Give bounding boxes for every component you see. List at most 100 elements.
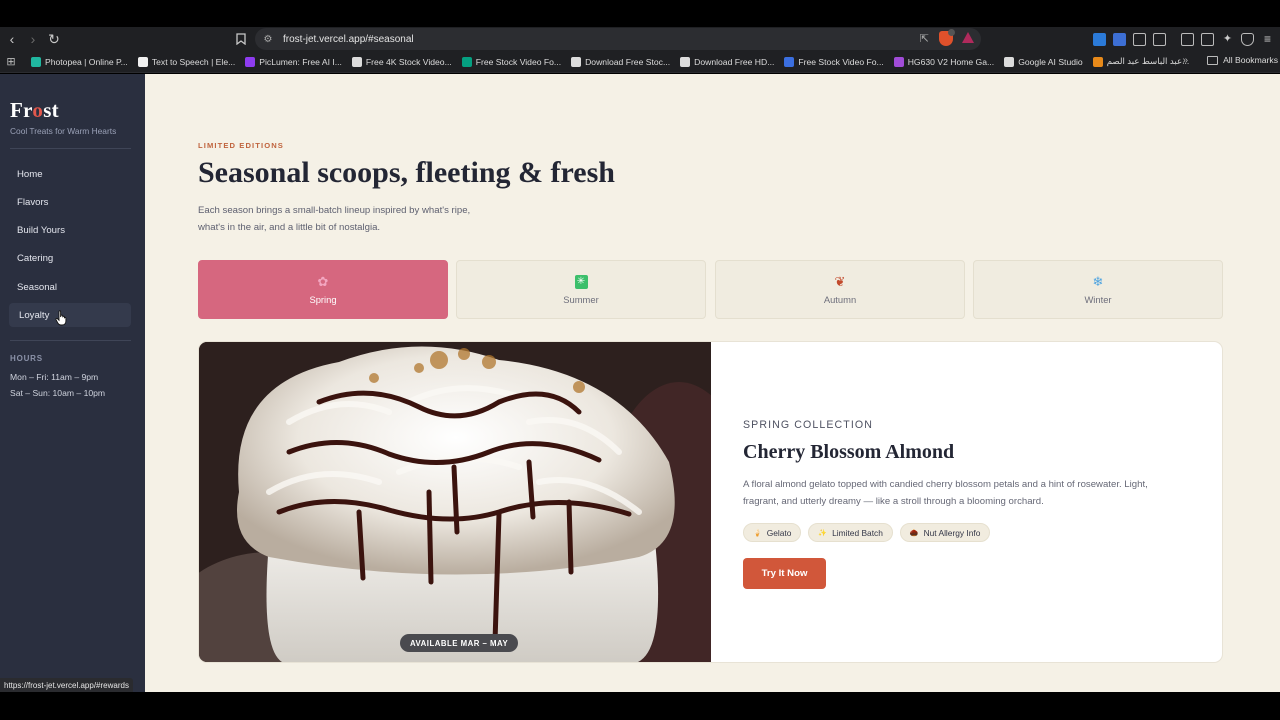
nav-label: Loyalty <box>19 309 50 321</box>
try-it-now-button[interactable]: Try It Now <box>743 558 826 589</box>
shields-badge <box>948 29 955 36</box>
favicon-icon <box>1004 56 1015 67</box>
favicon-icon <box>571 56 582 67</box>
hours-heading: HOURS <box>10 354 43 363</box>
bookmark-icon[interactable] <box>231 29 251 49</box>
tab-summer[interactable]: ✳ Summer <box>456 260 706 319</box>
letterbox-bottom <box>0 692 1280 720</box>
extension-icon[interactable] <box>1093 32 1106 46</box>
nav-label: Flavors <box>17 196 49 208</box>
whipped-cream-illustration <box>199 342 711 662</box>
favicon-icon <box>245 56 256 67</box>
hours-weekday: Mon – Fri: 11am – 9pm <box>10 372 99 382</box>
bookmark-item[interactable]: Download Free Stoc... <box>571 56 671 67</box>
bookmark-item[interactable]: Free 4K Stock Video... <box>351 56 452 67</box>
brave-rewards-icon[interactable] <box>962 32 974 43</box>
sidebar-divider <box>10 148 131 149</box>
bookmark-item[interactable]: PicLumen: Free AI I... <box>245 56 342 67</box>
nav-label: Seasonal <box>17 281 58 293</box>
bookmark-item[interactable]: Google AI Studio <box>1004 56 1083 67</box>
favicon-icon <box>31 56 41 67</box>
tab-label: Autumn <box>823 293 857 305</box>
tab-spring[interactable]: ✿ Spring <box>198 260 448 319</box>
tag-limited-batch: ✨ Limited Batch <box>808 523 893 542</box>
address-bar[interactable]: ⚙ frost-jet.vercel.app/#seasonal ⇱ <box>255 28 981 50</box>
bookmark-item[interactable]: Free Stock Video Fo... <box>461 56 562 67</box>
favicon-icon <box>784 56 795 67</box>
site-info-icon[interactable]: ⚙ <box>261 32 275 46</box>
favicon-icon <box>461 56 472 67</box>
bookmark-item[interactable]: Download Free HD... <box>680 56 775 67</box>
nav-item-seasonal[interactable]: Seasonal <box>9 275 131 299</box>
favicon-icon <box>351 56 362 67</box>
all-bookmarks-button[interactable]: All Bookmarks <box>1207 55 1278 65</box>
leaf-icon: ❦ <box>834 273 846 289</box>
logo-text-accent: o <box>32 98 44 122</box>
browser-toolbar: ‹ › ↻ ⚙ frost-jet.vercel.app/#seasonal ⇱… <box>0 27 1280 51</box>
sidebar: Frost Cool Treats for Warm Hearts Home F… <box>0 74 145 692</box>
favicon-icon <box>1092 56 1103 67</box>
bookmark-label: HG630 V2 Home Ga... <box>907 56 995 67</box>
tab-autumn[interactable]: ❦ Autumn <box>715 260 965 319</box>
availability-badge: AVAILABLE MAR – MAY <box>400 634 519 652</box>
sundae-photo: AVAILABLE MAR – MAY <box>199 342 711 662</box>
url-text[interactable]: frost-jet.vercel.app/#seasonal <box>283 34 414 45</box>
share-icon[interactable]: ⇱ <box>920 32 929 45</box>
nav-item-loyalty[interactable]: Loyalty <box>9 303 131 327</box>
tab-label: Winter <box>1084 293 1112 305</box>
bookmark-item[interactable]: Free Stock Video Fo... <box>784 56 884 67</box>
bookmark-label: Free Stock Video Fo... <box>475 56 562 67</box>
hours-weekend: Sat – Sun: 10am – 10pm <box>10 388 106 398</box>
nav-item-flavors[interactable]: Flavors <box>9 190 131 214</box>
nav-item-build-yours[interactable]: Build Yours <box>9 218 131 242</box>
all-bookmarks-label: All Bookmarks <box>1223 55 1278 65</box>
menu-icon[interactable]: ≡ <box>1261 32 1274 46</box>
tag-nut-allergy: 🌰 Nut Allergy Info <box>899 523 991 542</box>
bookmark-label: Text to Speech | Ele... <box>151 56 236 67</box>
reload-icon[interactable]: ↻ <box>44 29 64 49</box>
translate-icon[interactable] <box>1113 32 1126 46</box>
folder-icon <box>1207 55 1219 65</box>
bookmark-label: عبد الباسط عبد الصم... <box>1106 56 1190 66</box>
tab-winter[interactable]: ❄ Winter <box>973 260 1223 319</box>
screenshot-icon[interactable] <box>1153 32 1166 46</box>
section-eyebrow: LIMITED EDITIONS <box>198 141 284 150</box>
bookmark-label: Download Free HD... <box>694 56 775 67</box>
nav-item-catering[interactable]: Catering <box>9 246 131 270</box>
page-viewport: Frost Cool Treats for Warm Hearts Home F… <box>0 74 1280 692</box>
nav-item-home[interactable]: Home <box>9 162 131 186</box>
bookmark-label: PicLumen: Free AI I... <box>259 56 342 67</box>
tag-gelato: 🍦 Gelato <box>743 523 802 542</box>
forward-icon[interactable]: › <box>23 29 43 49</box>
ice-cream-icon: 🍦 <box>753 529 762 537</box>
chestnut-icon: 🌰 <box>909 529 919 537</box>
leo-ai-icon[interactable]: ✦ <box>1221 33 1234 46</box>
favicon-icon <box>680 56 691 67</box>
bookmark-label: Download Free Stoc... <box>585 56 671 67</box>
bookmark-item[interactable]: HG630 V2 Home Ga... <box>893 56 995 67</box>
sun-icon: ✳ <box>574 274 588 289</box>
puzzle-icon[interactable] <box>1133 32 1146 46</box>
sidebar-toggle-icon[interactable] <box>1181 32 1194 46</box>
flavor-tags: 🍦 Gelato ✨ Limited Batch 🌰 Nut Allergy I… <box>743 523 991 542</box>
wallet-icon[interactable] <box>1201 32 1214 46</box>
sidebar-divider <box>10 340 131 341</box>
logo-text-prefix: Fr <box>10 98 33 122</box>
link-status-bar: https://frost-jet.vercel.app/#rewards <box>0 678 133 692</box>
bookmark-item[interactable]: عبد الباسط عبد الصم... <box>1092 56 1190 67</box>
apps-grid-icon[interactable]: ⊞ <box>1 52 21 72</box>
snowflake-icon: ❄ <box>1092 273 1104 289</box>
extension-icons: ✦ ≡ <box>1093 27 1280 51</box>
vpn-shield-icon[interactable] <box>1241 32 1254 46</box>
more-bookmarks-icon[interactable]: » <box>1182 55 1188 66</box>
logo-text-suffix: st <box>43 98 59 122</box>
bookmark-item[interactable]: Photopea | Online P... <box>31 56 128 67</box>
back-icon[interactable]: ‹ <box>2 29 22 49</box>
nav-label: Build Yours <box>17 224 66 236</box>
cherry-blossom-icon: ✿ <box>317 273 329 289</box>
logo[interactable]: Frost <box>10 98 59 123</box>
tag-label: Nut Allergy Info <box>923 527 981 538</box>
bookmark-item[interactable]: Text to Speech | Ele... <box>137 56 236 67</box>
page-title: Seasonal scoops, fleeting & fresh <box>198 156 615 189</box>
favicon-icon <box>137 56 148 67</box>
